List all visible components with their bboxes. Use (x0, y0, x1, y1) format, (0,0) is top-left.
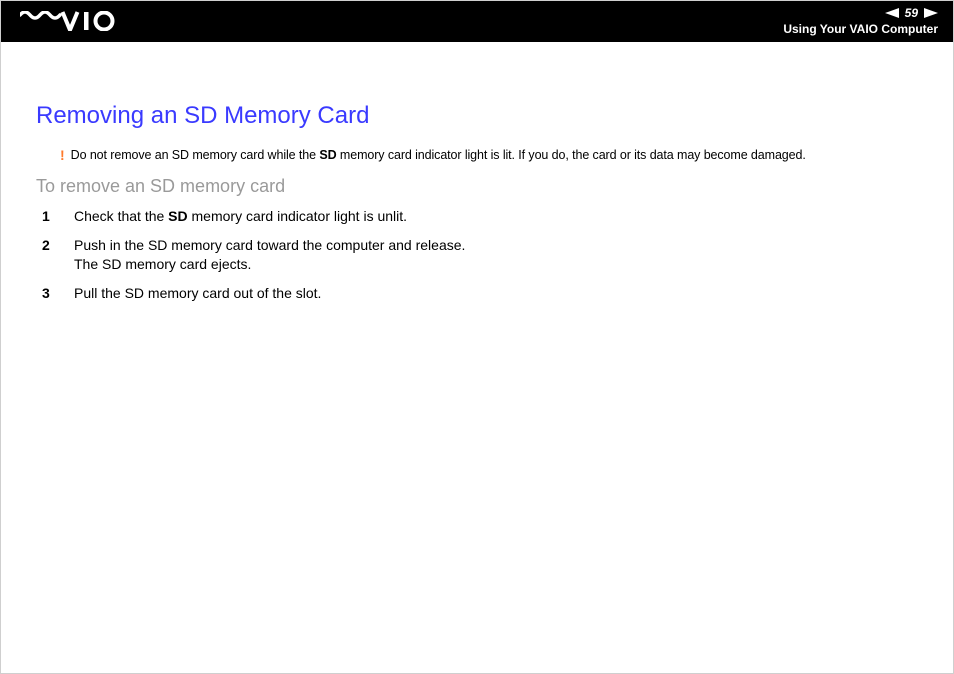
step-1: 1 Check that the SD memory card indicato… (36, 207, 918, 226)
warning-text: Do not remove an SD memory card while th… (71, 148, 806, 162)
warning-note: ! Do not remove an SD memory card while … (60, 148, 918, 162)
step-number: 1 (42, 207, 56, 226)
subheading: To remove an SD memory card (36, 176, 918, 197)
page-content: Removing an SD Memory Card ! Do not remo… (0, 42, 954, 303)
step-body: Pull the SD memory card out of the slot. (74, 284, 321, 303)
warning-icon: ! (60, 148, 65, 162)
step-number: 3 (42, 284, 56, 303)
warning-text-pre: Do not remove an SD memory card while th… (71, 148, 320, 162)
steps-list: 1 Check that the SD memory card indicato… (36, 207, 918, 303)
page-number: 59 (905, 6, 918, 20)
vaio-logo (20, 11, 130, 31)
next-page-arrow-icon[interactable] (924, 8, 938, 18)
warning-text-post: memory card indicator light is lit. If y… (337, 148, 806, 162)
step-text-bold: SD (168, 208, 187, 224)
step-body: Push in the SD memory card toward the co… (74, 236, 465, 274)
step-2: 2 Push in the SD memory card toward the … (36, 236, 918, 274)
step-body: Check that the SD memory card indicator … (74, 207, 407, 226)
header-right: 59 Using Your VAIO Computer (783, 6, 938, 36)
step-3: 3 Pull the SD memory card out of the slo… (36, 284, 918, 303)
step-text-line2: The SD memory card ejects. (74, 256, 251, 272)
step-text: Pull the SD memory card out of the slot. (74, 285, 321, 301)
warning-text-bold: SD (319, 148, 336, 162)
page-title: Removing an SD Memory Card (36, 102, 918, 130)
step-text-pre: Check that the (74, 208, 168, 224)
prev-page-arrow-icon[interactable] (885, 8, 899, 18)
page-nav: 59 (885, 6, 938, 20)
step-text-post: memory card indicator light is unlit. (188, 208, 407, 224)
header-bar: 59 Using Your VAIO Computer (0, 0, 954, 42)
step-number: 2 (42, 236, 56, 255)
step-text-line1: Push in the SD memory card toward the co… (74, 237, 465, 253)
section-label: Using Your VAIO Computer (783, 22, 938, 36)
